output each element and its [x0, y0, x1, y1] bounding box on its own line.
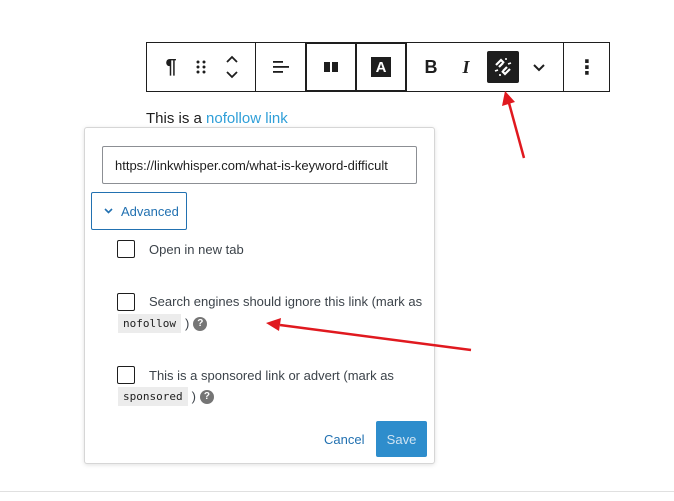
arrow-to-unlink-button — [502, 91, 526, 159]
annotation-arrows — [266, 91, 526, 352]
arrow-to-nofollow-option — [266, 318, 472, 352]
